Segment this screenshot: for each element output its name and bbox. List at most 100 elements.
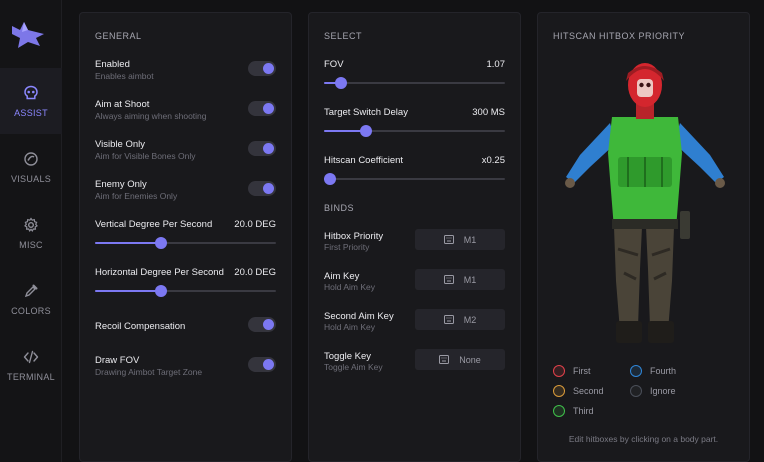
skull-icon — [24, 85, 38, 99]
legend-label: Third — [573, 406, 594, 416]
aim-at-shoot-title: Aim at Shoot — [95, 99, 150, 110]
toggle-key-bind-button[interactable]: None — [415, 349, 505, 370]
sidebar-item-label: ASSIST — [14, 107, 48, 118]
draw-fov-desc: Drawing Aimbot Target Zone — [95, 367, 203, 377]
vertical-degree-value: 20.0 DEG — [234, 219, 276, 230]
hitbox-priority-desc: First Priority — [324, 242, 370, 252]
mask-eye — [639, 82, 644, 88]
aim-at-shoot-toggle[interactable] — [248, 101, 276, 116]
hitscan-coefficient-value: x0.25 — [481, 155, 505, 166]
right-leg-hitbox[interactable] — [646, 227, 674, 331]
toggle-knob — [263, 143, 274, 154]
legend-label: Second — [573, 386, 604, 396]
hitbox-panel: HITSCAN HITBOX PRIORITY First Second Thi… — [537, 12, 750, 462]
section-title-hitbox: HITSCAN HITBOX PRIORITY — [553, 31, 686, 41]
aim-key-bind-button[interactable]: M1 — [415, 269, 505, 290]
enemy-only-title: Enemy Only — [95, 179, 147, 190]
legend-first[interactable]: First — [553, 365, 591, 377]
horizontal-degree-title: Horizontal Degree Per Second — [95, 267, 224, 278]
sidebar-item-visuals[interactable]: VISUALS — [0, 134, 62, 200]
second-aim-key-desc: Hold Aim Key — [324, 322, 376, 332]
enabled-toggle[interactable] — [248, 61, 276, 76]
character-model — [565, 63, 725, 343]
vertical-degree-title: Vertical Degree Per Second — [95, 219, 213, 230]
right-boot — [648, 321, 674, 343]
slider-track — [324, 82, 505, 84]
toggle-key-title: Toggle Key — [324, 351, 372, 362]
bind-key-label: M2 — [463, 314, 477, 325]
target-switch-delay-value: 300 MS — [472, 107, 505, 118]
skull-mask — [637, 79, 653, 97]
eye-icon — [24, 151, 38, 166]
keyboard-icon — [439, 355, 450, 364]
second-aim-key-title: Second Aim Key — [324, 311, 394, 322]
vertical-degree-slider[interactable] — [95, 237, 276, 249]
sidebar: ASSIST VISUALS MISC COLORS TERMINAL — [0, 0, 62, 462]
toggle-knob — [263, 63, 274, 74]
section-title-select: SELECT — [324, 31, 363, 41]
slider-thumb[interactable] — [360, 125, 373, 137]
recoil-compensation-title: Recoil Compensation — [95, 321, 186, 332]
slider-thumb[interactable] — [154, 237, 167, 249]
horizontal-degree-value: 20.0 DEG — [234, 267, 276, 278]
legend-label: Ignore — [650, 386, 676, 396]
enemy-only-desc: Aim for Enemies Only — [95, 191, 178, 201]
toggle-key-desc: Toggle Aim Key — [324, 362, 383, 372]
hitbox-priority-title: Hitbox Priority — [324, 231, 384, 242]
keyboard-icon — [443, 275, 454, 284]
legend-dot-ignore — [630, 385, 642, 397]
section-title-general: GENERAL — [95, 31, 142, 41]
slider-thumb[interactable] — [334, 77, 347, 89]
legend-third[interactable]: Third — [553, 405, 594, 417]
select-panel: SELECT FOV 1.07 Target Switch Delay 300 … — [308, 12, 521, 462]
hitscan-coefficient-title: Hitscan Coefficient — [324, 155, 404, 166]
holster — [680, 211, 690, 239]
sidebar-item-label: MISC — [19, 239, 43, 250]
legend-ignore[interactable]: Ignore — [630, 385, 676, 397]
hitbox-priority-bind-button[interactable]: M1 — [415, 229, 505, 250]
second-aim-key-bind-button[interactable]: M2 — [415, 309, 505, 330]
slider-thumb[interactable] — [324, 173, 336, 185]
sidebar-item-colors[interactable]: COLORS — [0, 266, 62, 332]
toggle-knob — [263, 319, 274, 330]
gear-icon — [24, 216, 38, 232]
sidebar-item-misc[interactable]: MISC — [0, 200, 62, 266]
fov-title: FOV — [324, 59, 344, 70]
sidebar-item-label: VISUALS — [10, 173, 52, 184]
enemy-only-toggle[interactable] — [248, 181, 276, 196]
legend-fourth[interactable]: Fourth — [630, 365, 676, 377]
enabled-desc: Enables aimbot — [95, 71, 154, 81]
eyedropper-icon — [24, 284, 38, 297]
horizontal-degree-slider[interactable] — [95, 285, 276, 297]
toggle-knob — [263, 359, 274, 370]
legend-second[interactable]: Second — [553, 385, 604, 397]
right-hand — [715, 178, 725, 188]
code-icon — [23, 350, 39, 363]
general-panel: GENERAL Enabled Enables aimbot Aim at Sh… — [79, 12, 292, 462]
sidebar-item-label: COLORS — [11, 305, 51, 316]
slider-thumb[interactable] — [154, 285, 167, 297]
legend-dot-third — [553, 405, 565, 417]
belt — [612, 219, 678, 229]
sidebar-item-assist[interactable]: ASSIST — [0, 68, 62, 134]
recoil-compensation-toggle[interactable] — [248, 317, 276, 332]
draw-fov-toggle[interactable] — [248, 357, 276, 372]
visible-only-toggle[interactable] — [248, 141, 276, 156]
left-hand — [565, 178, 575, 188]
legend-dot-first — [553, 365, 565, 377]
mask-eye — [646, 82, 651, 88]
hitscan-coefficient-slider[interactable] — [324, 173, 505, 185]
fov-slider[interactable] — [324, 77, 505, 89]
target-switch-delay-title: Target Switch Delay — [324, 107, 408, 118]
sidebar-item-terminal[interactable]: TERMINAL — [0, 332, 62, 398]
aim-at-shoot-desc: Always aiming when shooting — [95, 111, 207, 121]
toggle-knob — [263, 183, 274, 194]
enabled-title: Enabled — [95, 59, 130, 70]
left-leg-hitbox[interactable] — [614, 227, 642, 331]
target-switch-delay-slider[interactable] — [324, 125, 505, 137]
sidebar-item-label: TERMINAL — [7, 371, 55, 382]
slider-fill — [95, 290, 161, 292]
keyboard-icon — [443, 235, 454, 244]
toggle-knob — [263, 103, 274, 114]
left-boot — [616, 321, 642, 343]
